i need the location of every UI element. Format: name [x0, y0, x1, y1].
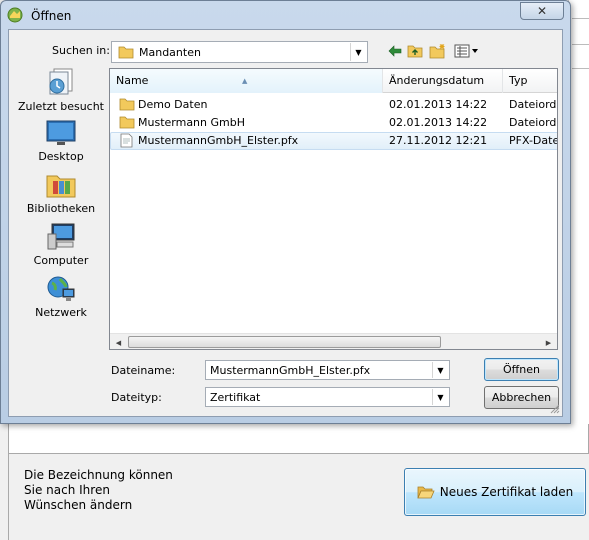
desktop-icon [46, 120, 76, 145]
sort-ascending-icon: ▲ [242, 77, 248, 85]
file-name: Demo Daten [138, 98, 208, 111]
divider [572, 18, 589, 19]
file-type: PFX-Datei [509, 134, 557, 147]
file-date: 27.11.2012 12:21 [389, 134, 488, 147]
hint-line: Wünschen ändern [24, 498, 133, 512]
file-name: MustermannGmbH_Elster.pfx [138, 134, 299, 147]
filetype-value: Zertifikat [210, 391, 261, 404]
place-network[interactable]: Netzwerk [15, 274, 107, 324]
computer-icon [47, 223, 75, 250]
scroll-right-icon[interactable]: ▶ [540, 334, 557, 349]
view-menu-icon[interactable] [453, 42, 479, 60]
place-label: Desktop [38, 150, 84, 163]
new-certificate-button[interactable]: Neues Zertifikat laden [404, 468, 586, 516]
scroll-left-icon[interactable]: ◀ [110, 334, 127, 349]
file-row-selected[interactable]: MustermannGmbH_Elster.pfx 27.11.2012 12:… [110, 132, 557, 150]
title-bar[interactable]: Öffnen ✕ [1, 1, 570, 29]
place-desktop[interactable]: Desktop [15, 118, 107, 168]
folder-icon [118, 46, 134, 59]
file-date: 02.01.2013 14:22 [389, 116, 488, 129]
recent-places-icon [49, 68, 73, 95]
network-icon [47, 276, 75, 301]
divider [572, 44, 589, 45]
file-date: 02.01.2013 14:22 [389, 98, 488, 111]
open-button-label: Öffnen [503, 363, 540, 376]
folder-open-icon [417, 486, 435, 499]
hint-text: Die Bezeichnung können Sie nach Ihren Wü… [24, 468, 173, 513]
background-right-pane [568, 0, 589, 430]
horizontal-scrollbar[interactable]: ◀ ▶ [110, 333, 557, 349]
file-row[interactable]: Mustermann GmbH 02.01.2013 14:22 Dateior… [110, 114, 557, 132]
app-icon [7, 7, 23, 23]
filename-value: MustermannGmbH_Elster.pfx [210, 364, 371, 377]
folder-icon [119, 116, 135, 129]
place-label: Netzwerk [35, 306, 87, 319]
place-recent[interactable]: Zuletzt besucht [15, 66, 107, 116]
file-type: Dateiordn [509, 116, 557, 129]
places-bar: Zuletzt besucht Desktop Bibliotheken Com… [15, 66, 107, 336]
place-libraries[interactable]: Bibliotheken [15, 170, 107, 220]
place-label: Bibliotheken [26, 202, 96, 215]
file-list: Name ▲ Änderungsdatum Typ Demo Daten 02.… [109, 68, 558, 350]
new-certificate-label: Neues Zertifikat laden [439, 485, 574, 499]
look-in-value: Mandanten [139, 46, 201, 59]
open-button[interactable]: Öffnen [484, 358, 559, 381]
file-row[interactable]: Demo Daten 02.01.2013 14:22 Dateiordn [110, 96, 557, 114]
close-icon: ✕ [536, 4, 548, 18]
new-folder-icon[interactable] [429, 42, 447, 60]
cancel-button[interactable]: Abbrechen [484, 386, 559, 409]
chevron-down-icon[interactable]: ▼ [350, 43, 366, 61]
chevron-down-icon[interactable]: ▼ [432, 389, 448, 405]
divider [572, 68, 589, 69]
close-button[interactable]: ✕ [520, 2, 564, 20]
background-list-area [8, 424, 589, 454]
column-date-label: Änderungsdatum [389, 74, 485, 87]
folder-icon [119, 98, 135, 111]
resize-grip-icon[interactable] [550, 404, 560, 414]
look-in-dropdown[interactable]: Mandanten ▼ [111, 41, 368, 63]
column-header: Name ▲ Änderungsdatum Typ [110, 69, 557, 93]
column-type-label: Typ [509, 74, 528, 87]
filename-label: Dateiname: [111, 364, 176, 377]
place-computer[interactable]: Computer [15, 222, 107, 272]
place-label: Computer [33, 254, 89, 267]
column-name[interactable]: Name ▲ [110, 69, 383, 93]
column-date[interactable]: Änderungsdatum [383, 69, 503, 93]
hint-line: Sie nach Ihren [24, 483, 110, 497]
up-folder-icon[interactable] [406, 42, 424, 60]
file-icon [120, 133, 133, 148]
filetype-label: Dateityp: [111, 391, 162, 404]
back-arrow-icon[interactable] [386, 42, 404, 60]
open-dialog: Öffnen ✕ Suchen in: Mandanten ▼ Zuletzt … [0, 0, 571, 424]
dialog-client-area: Suchen in: Mandanten ▼ Zuletzt besucht D… [8, 29, 563, 417]
chevron-down-icon[interactable]: ▼ [432, 362, 448, 378]
dialog-title: Öffnen [31, 9, 72, 23]
hint-line: Die Bezeichnung können [24, 468, 173, 482]
scrollbar-thumb[interactable] [128, 336, 441, 348]
cancel-button-label: Abbrechen [491, 391, 552, 404]
filename-input[interactable]: MustermannGmbH_Elster.pfx ▼ [205, 360, 450, 380]
libraries-icon [46, 175, 76, 198]
column-name-label: Name [116, 74, 149, 87]
column-type[interactable]: Typ [503, 69, 557, 93]
look-in-label: Suchen in: [52, 44, 110, 57]
place-label: Zuletzt besucht [17, 100, 104, 113]
file-name: Mustermann GmbH [138, 116, 245, 129]
file-type: Dateiordn [509, 98, 557, 111]
filetype-dropdown[interactable]: Zertifikat ▼ [205, 387, 450, 407]
